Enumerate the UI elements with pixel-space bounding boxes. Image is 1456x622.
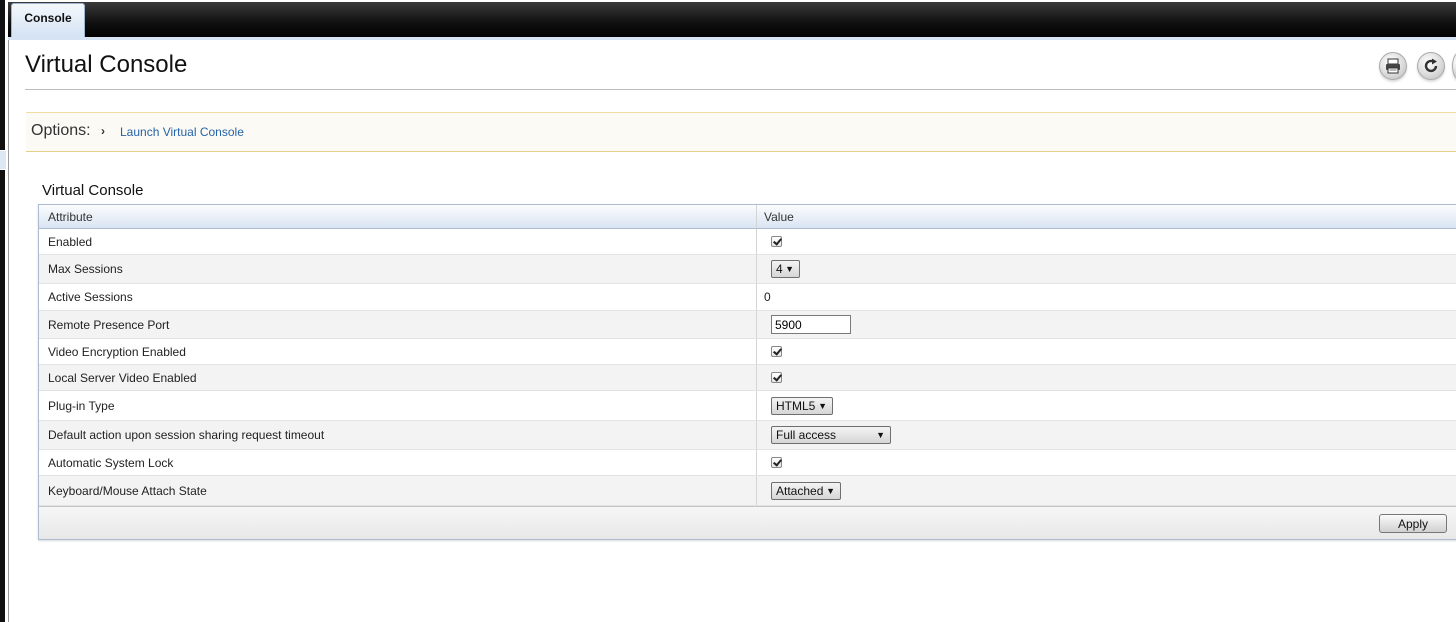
table-row: Keyboard/Mouse Attach State Attached ▼ (39, 476, 1456, 506)
attribute-table: Attribute Value Enabled Max Sessions 4 ▼ … (38, 204, 1456, 540)
max-sessions-select[interactable]: 4 ▼ (771, 260, 800, 278)
row-label: Max Sessions (39, 255, 757, 283)
select-value: 4 (776, 262, 783, 276)
table-row: Video Encryption Enabled (39, 339, 1456, 365)
row-label: Enabled (39, 229, 757, 254)
printer-icon[interactable] (1379, 52, 1407, 80)
automatic-system-lock-checkbox[interactable] (771, 457, 782, 468)
plugin-type-select[interactable]: HTML5 ▼ (771, 396, 833, 415)
table-row: Plug-in Type HTML5 ▼ (39, 391, 1456, 421)
dropdown-arrow-icon: ▼ (785, 264, 794, 274)
row-label: Automatic System Lock (39, 450, 757, 475)
frame-dark-top (0, 0, 5, 150)
attach-state-select[interactable]: Attached ▼ (771, 481, 841, 500)
row-label: Remote Presence Port (39, 311, 757, 338)
frame-dark-bottom (0, 170, 5, 622)
table-row: Remote Presence Port (39, 311, 1456, 339)
active-sessions-value: 0 (764, 290, 771, 304)
help-icon[interactable] (1452, 52, 1456, 80)
tab-console[interactable]: Console (11, 3, 85, 38)
row-label: Default action upon session sharing requ… (39, 421, 757, 449)
title-divider (25, 89, 1456, 90)
video-encryption-checkbox[interactable] (771, 346, 782, 357)
row-label: Plug-in Type (39, 391, 757, 420)
remote-presence-port-input[interactable] (771, 315, 851, 334)
table-row: Max Sessions 4 ▼ (39, 255, 1456, 284)
chevron-right-icon: › (101, 124, 105, 138)
select-value: HTML5 (776, 398, 816, 413)
table-row: Local Server Video Enabled (39, 365, 1456, 391)
frame-selection-mark (0, 151, 6, 169)
table-row: Automatic System Lock (39, 450, 1456, 476)
section-title: Virtual Console (42, 182, 144, 199)
header-value: Value (764, 209, 794, 224)
row-label: Active Sessions (39, 284, 757, 310)
row-label: Video Encryption Enabled (39, 339, 757, 364)
table-row: Enabled (39, 229, 1456, 255)
top-tab-bar: Console (8, 0, 1456, 39)
table-row: Default action upon session sharing requ… (39, 421, 1456, 450)
table-row: Active Sessions 0 (39, 284, 1456, 311)
apply-button[interactable]: Apply (1379, 514, 1447, 533)
options-bar: Options: › Launch Virtual Console (26, 112, 1456, 152)
enabled-checkbox[interactable] (771, 236, 782, 247)
select-value: Attached (776, 483, 824, 498)
tab-underline (8, 37, 1456, 40)
dropdown-arrow-icon: ▼ (876, 430, 885, 440)
row-label: Keyboard/Mouse Attach State (39, 476, 757, 505)
table-footer: Apply (39, 506, 1456, 539)
local-server-video-checkbox[interactable] (771, 372, 782, 383)
dropdown-arrow-icon: ▼ (826, 485, 835, 496)
select-value: Full access (776, 428, 837, 442)
header-attribute: Attribute (39, 205, 757, 228)
launch-virtual-console-link[interactable]: Launch Virtual Console (120, 125, 244, 139)
table-header: Attribute Value (39, 205, 1456, 229)
refresh-icon[interactable] (1417, 52, 1445, 80)
dropdown-arrow-icon: ▼ (818, 400, 827, 411)
options-label: Options: (31, 122, 91, 139)
left-frame-edge (0, 0, 9, 622)
default-action-select[interactable]: Full access ▼ (771, 426, 891, 444)
page-title: Virtual Console (25, 51, 188, 78)
row-label: Local Server Video Enabled (39, 365, 757, 390)
